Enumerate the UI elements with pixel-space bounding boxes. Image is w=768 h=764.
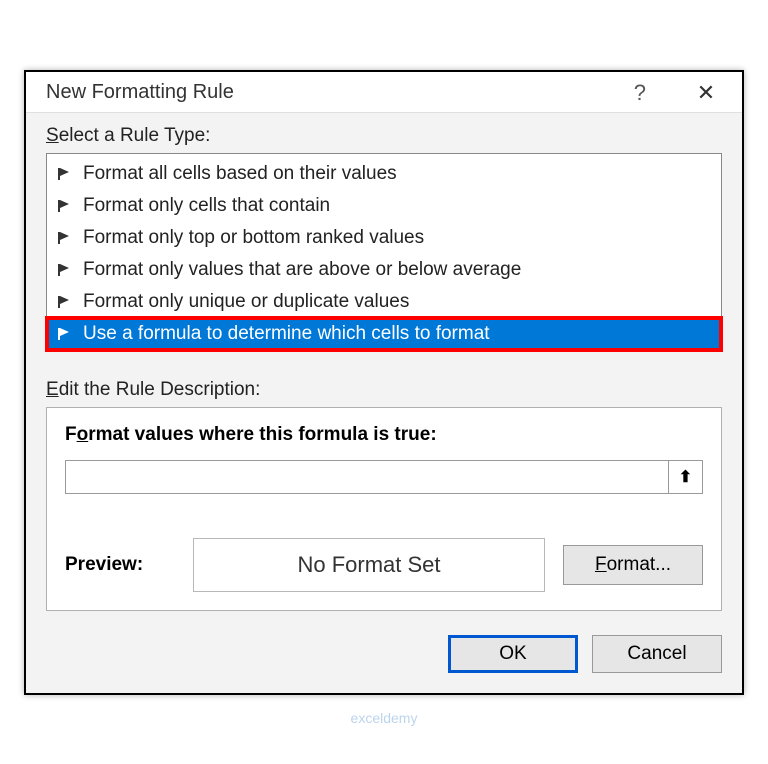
flag-icon <box>57 232 73 244</box>
rule-type-item[interactable]: Format only values that are above or bel… <box>47 254 721 286</box>
format-button[interactable]: Format... <box>563 545 703 585</box>
edit-rule-description-label: Edit the Rule Description: <box>46 379 722 401</box>
edit-rule-box: Format values where this formula is true… <box>46 407 722 611</box>
range-picker-button[interactable]: ⬆ <box>668 461 702 493</box>
rule-type-item[interactable]: Format only cells that contain <box>47 190 721 222</box>
rule-type-item[interactable]: Format only unique or duplicate values <box>47 286 721 318</box>
dialog-body: Select a Rule Type: Format all cells bas… <box>26 113 742 693</box>
cancel-button[interactable]: Cancel <box>592 635 722 673</box>
flag-icon <box>57 168 73 180</box>
formula-input-row: ⬆ <box>65 460 703 494</box>
new-formatting-rule-dialog: New Formatting Rule ? ✕ Select a Rule Ty… <box>24 70 744 695</box>
help-button[interactable]: ? <box>624 80 656 106</box>
preview-label: Preview: <box>65 554 175 576</box>
watermark: exceldemy <box>351 710 418 726</box>
flag-icon <box>57 328 73 340</box>
formula-input[interactable] <box>66 461 668 493</box>
dialog-button-row: OK Cancel <box>46 635 722 673</box>
ok-button[interactable]: OK <box>448 635 578 673</box>
rule-type-item[interactable]: Format all cells based on their values <box>47 158 721 190</box>
flag-icon <box>57 296 73 308</box>
rule-type-list: Format all cells based on their values F… <box>46 153 722 351</box>
flag-icon <box>57 264 73 276</box>
rule-type-item-selected[interactable]: Use a formula to determine which cells t… <box>47 318 721 350</box>
formula-label: Format values where this formula is true… <box>65 424 703 446</box>
preview-box: No Format Set <box>193 538 545 592</box>
dialog-title: New Formatting Rule <box>46 81 624 104</box>
titlebar: New Formatting Rule ? ✕ <box>26 72 742 113</box>
preview-row: Preview: No Format Set Format... <box>65 538 703 592</box>
select-rule-type-label: Select a Rule Type: <box>46 125 722 147</box>
close-button[interactable]: ✕ <box>686 80 726 106</box>
flag-icon <box>57 200 73 212</box>
rule-type-item[interactable]: Format only top or bottom ranked values <box>47 222 721 254</box>
